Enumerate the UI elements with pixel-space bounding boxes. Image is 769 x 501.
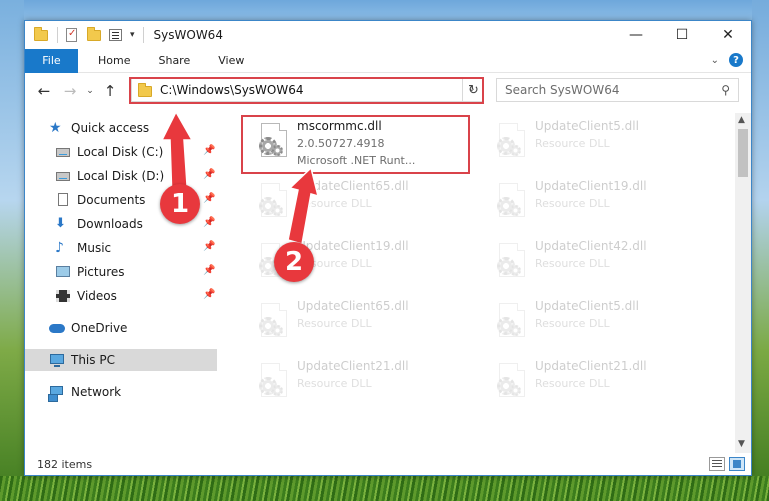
annotation-arrows <box>160 110 320 245</box>
step-1-badge: 1 <box>160 184 200 224</box>
step-2-badge: 2 <box>274 242 314 282</box>
arrow-2 <box>287 166 320 245</box>
